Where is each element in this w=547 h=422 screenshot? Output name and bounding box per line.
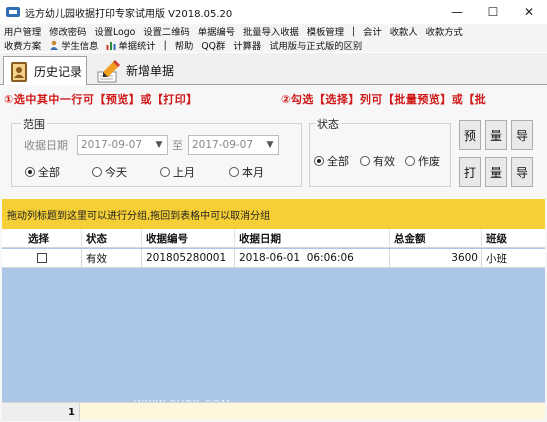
status-radio-void-label: 作废 [418,155,440,168]
menu-separator: | [352,25,356,37]
column-header-amount[interactable]: 总金额 [390,229,482,248]
hint-batch: ②勾选【选择】列可【批量预览】或【批 [281,93,487,106]
tab-history-label: 历史记录 [34,65,83,79]
status-radio-valid-label: 有效 [373,155,395,168]
export-button-2[interactable]: 导 [511,157,533,187]
menu-payee[interactable]: 收款人 [386,24,422,38]
row-count: 1 [2,403,80,421]
menu-qq-group[interactable]: QQ群 [197,38,229,52]
menu-fee-plan[interactable]: 收费方案 [0,38,45,52]
receipt-date-label: 收据日期 [24,139,68,152]
column-header-select[interactable]: 选择 [2,229,82,248]
range-radio-this-month[interactable]: 本月 [229,164,264,180]
range-radio-today-label: 今天 [105,166,127,179]
tab-history[interactable]: 历史记录 [3,56,87,86]
maximize-button[interactable]: ☐ [475,0,511,24]
menu-separator: | [163,39,167,51]
menu-receipt-stats-label: 单据统计 [118,41,156,52]
address-book-icon [11,61,27,82]
hint-preview-print: ①选中其中一行可【预览】或【打印】 [4,93,198,106]
column-header-date[interactable]: 收据日期 [235,229,390,248]
row-amount: 3600 [390,249,482,268]
date-to-picker[interactable]: 2017-09-07 ▼ [188,135,279,155]
tab-strip: 历史记录 新增单据 [0,53,547,86]
status-radio-all[interactable]: 全部 [314,153,349,169]
print-button[interactable]: 打 [459,157,481,187]
radio-icon [160,167,170,177]
bar-chart-icon [106,42,116,50]
row-date: 2018-06-01 06:06:06 [235,249,390,268]
dropdown-arrow-icon[interactable]: ▼ [262,136,278,154]
radio-icon [92,167,102,177]
receipt-grid: 选择 状态 收据编号 收据日期 总金额 班级 有效 201805280001 2… [2,229,545,410]
batch-preview-button[interactable]: 量 [485,120,507,150]
range-radio-today[interactable]: 今天 [92,164,127,180]
range-radio-all[interactable]: 全部 [25,164,60,180]
status-radio-valid[interactable]: 有效 [360,153,395,169]
status-legend: 状态 [315,116,341,132]
menu-trial-vs-full[interactable]: 试用版与正式版的区别 [265,38,366,52]
column-header-number[interactable]: 收据编号 [142,229,235,248]
menu-bar-row2: 收费方案 学生信息 单据统计 | 帮助 QQ群 计算器 试用版与正式版的区别 [0,38,547,52]
menu-payment-method[interactable]: 收款方式 [422,24,467,38]
menu-template-management[interactable]: 模板管理 [303,24,348,38]
column-header-class[interactable]: 班级 [482,229,545,248]
preview-button[interactable]: 预 [459,120,481,150]
batch-print-button[interactable]: 量 [485,157,507,187]
menu-bar-row1: 用户管理 修改密码 设置Logo 设置二维码 单据编号 批量导入收据 模板管理 … [0,24,547,38]
window-title: 远方幼儿园收据打印专家试用版 V2018.05.20 [25,8,233,20]
menu-set-logo[interactable]: 设置Logo [90,24,139,38]
date-to-label: 至 [172,139,183,152]
menu-batch-import[interactable]: 批量导入收据 [239,24,303,38]
tab-new-receipt-label: 新增单据 [126,64,175,78]
range-radio-this-month-label: 本月 [242,166,264,179]
radio-selected-icon [314,156,324,166]
range-legend: 范围 [21,116,47,132]
grid-header: 选择 状态 收据编号 收据日期 总金额 班级 [2,229,545,248]
date-from-value: 2017-09-07 [81,139,143,151]
range-radio-last-month-label: 上月 [173,166,195,179]
dropdown-arrow-icon[interactable]: ▼ [151,136,167,154]
date-to-value: 2017-09-07 [192,139,254,151]
radio-icon [360,156,370,166]
radio-icon [405,156,415,166]
column-header-status[interactable]: 状态 [82,229,142,248]
export-button[interactable]: 导 [511,120,533,150]
radio-icon [229,167,239,177]
menu-receipt-stats[interactable]: 单据统计 [102,38,159,52]
menu-change-password[interactable]: 修改密码 [45,24,90,38]
minimize-button[interactable]: — [439,0,475,24]
menu-user-management[interactable]: 用户管理 [0,24,45,38]
app-icon [6,7,20,17]
title-bar: 远方幼儿园收据打印专家试用版 V2018.05.20 — ☐ ✕ [0,0,547,24]
menu-student-info-label: 学生信息 [61,41,99,52]
menu-set-qrcode[interactable]: 设置二维码 [139,24,194,38]
table-row[interactable]: 有效 201805280001 2018-06-01 06:06:06 3600… [2,249,545,268]
close-button[interactable]: ✕ [511,0,547,24]
row-number: 201805280001 [142,249,235,268]
pencil-icon [97,59,120,82]
range-radio-all-label: 全部 [38,166,60,179]
select-checkbox[interactable] [36,253,47,263]
date-from-picker[interactable]: 2017-09-07 ▼ [77,135,168,155]
range-radio-last-month[interactable]: 上月 [160,164,195,180]
menu-receipt-number[interactable]: 单据编号 [194,24,239,38]
status-radio-all-label: 全部 [327,155,349,168]
status-radio-void[interactable]: 作废 [405,153,440,169]
row-select-cell[interactable] [2,249,82,268]
tab-new-receipt[interactable]: 新增单据 [92,56,182,85]
menu-help[interactable]: 帮助 [171,38,198,52]
radio-selected-icon [25,167,35,177]
menu-accountant[interactable]: 会计 [359,24,386,38]
row-class: 小班 [482,249,545,268]
menu-calculator[interactable]: 计算器 [229,38,265,52]
menu-student-info[interactable]: 学生信息 [45,38,102,52]
student-icon [50,40,59,50]
row-status: 有效 [82,249,142,268]
group-by-panel[interactable]: 拖动列标题到这里可以进行分组,拖回到表格中可以取消分组 [2,199,545,229]
grid-footer: 1 [2,402,545,421]
